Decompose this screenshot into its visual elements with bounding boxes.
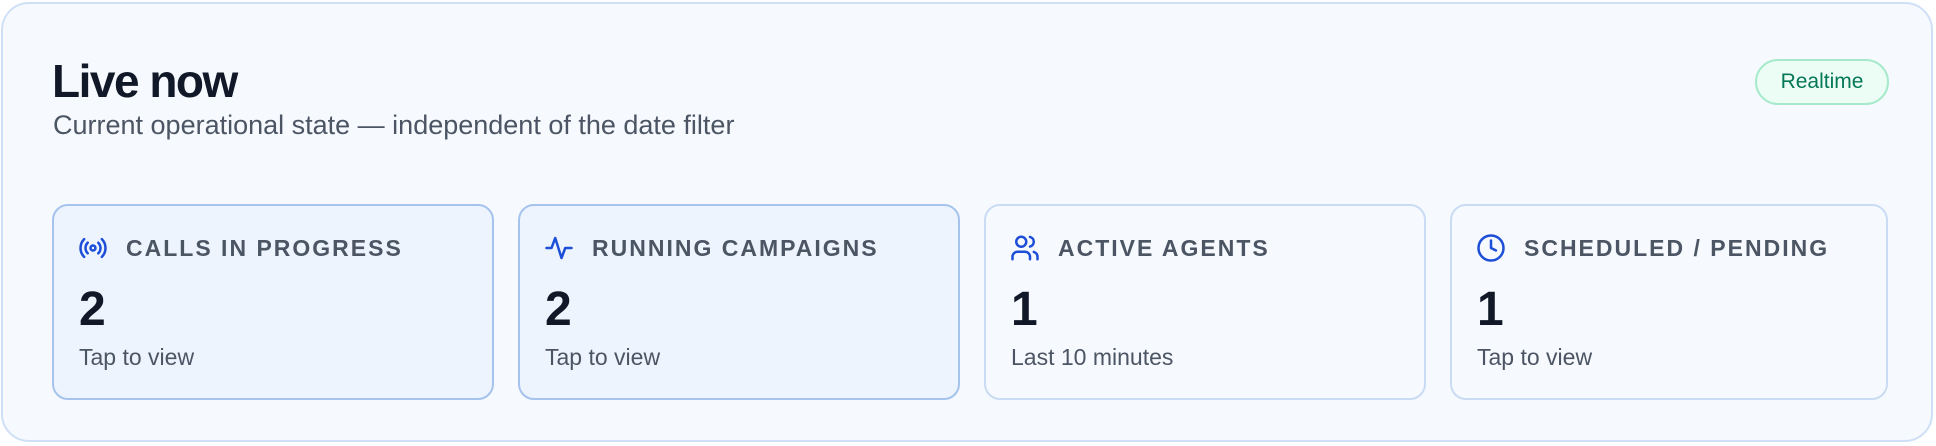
card-caption: Tap to view [79, 344, 195, 370]
broadcast-icon [78, 233, 108, 263]
clock-icon [1476, 233, 1506, 263]
card-caption: Tap to view [1477, 344, 1593, 370]
card-label: ACTIVE AGENTS [1058, 235, 1270, 261]
card-caption: Tap to view [545, 344, 661, 370]
running-campaigns-card[interactable]: RUNNING CAMPAIGNS 2 Tap to view [518, 204, 960, 400]
card-value: 1 [1011, 283, 1038, 336]
realtime-badge: Realtime [1755, 59, 1889, 105]
card-value: 2 [79, 283, 106, 336]
panel-subtitle: Current operational state — independent … [53, 110, 735, 140]
card-header: SCHEDULED / PENDING [1476, 230, 1829, 266]
card-label: CALLS IN PROGRESS [126, 235, 403, 261]
card-header: RUNNING CAMPAIGNS [544, 230, 879, 266]
card-value: 1 [1477, 283, 1504, 336]
card-header: ACTIVE AGENTS [1010, 230, 1270, 266]
scheduled-pending-card[interactable]: SCHEDULED / PENDING 1 Tap to view [1450, 204, 1888, 400]
activity-icon [544, 233, 574, 263]
card-caption: Last 10 minutes [1011, 344, 1174, 370]
card-label: SCHEDULED / PENDING [1524, 235, 1830, 261]
live-now-panel: Live now Current operational state — ind… [1, 2, 1933, 442]
card-value: 2 [545, 283, 572, 336]
calls-in-progress-card[interactable]: CALLS IN PROGRESS 2 Tap to view [52, 204, 494, 400]
card-label: RUNNING CAMPAIGNS [592, 235, 879, 261]
card-header: CALLS IN PROGRESS [78, 230, 403, 266]
panel-title: Live now [52, 55, 238, 107]
active-agents-card: ACTIVE AGENTS 1 Last 10 minutes [984, 204, 1426, 400]
users-icon [1010, 233, 1040, 263]
